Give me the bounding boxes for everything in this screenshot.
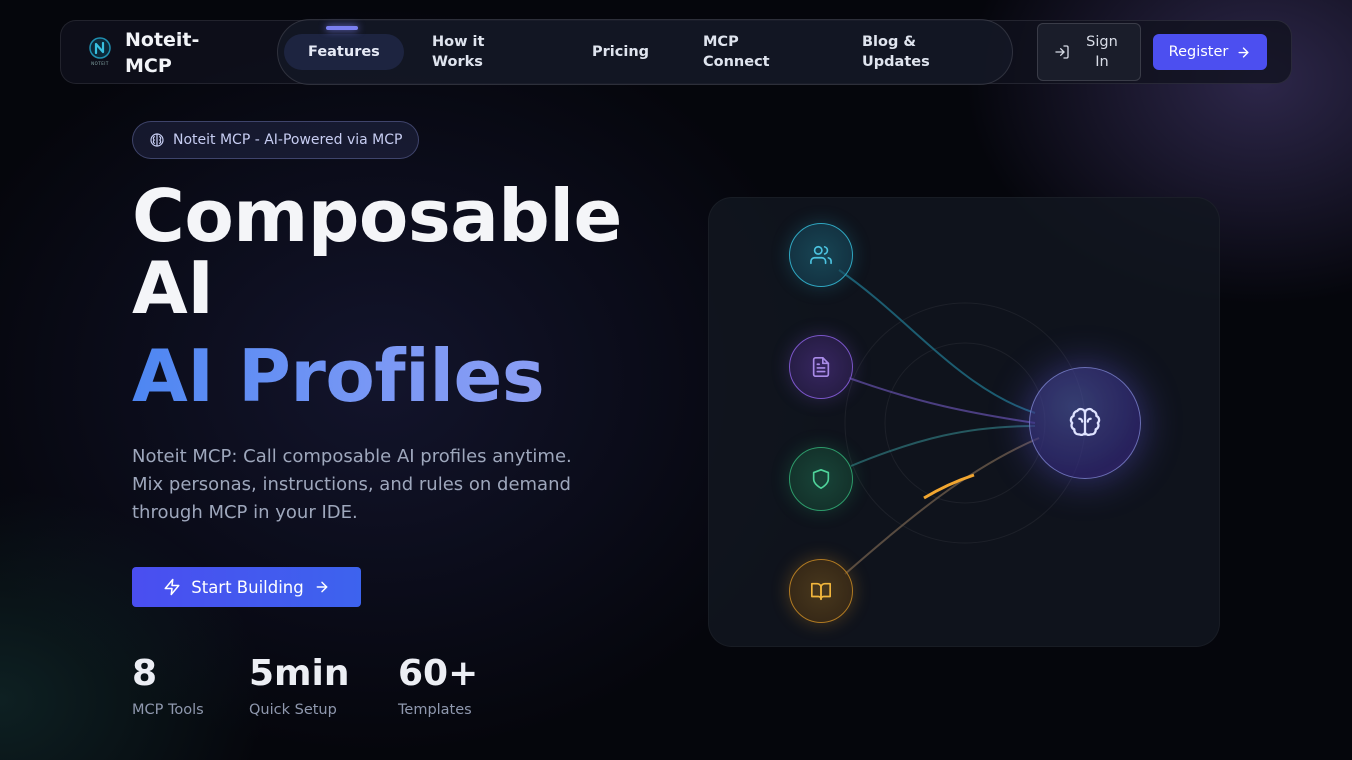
arrow-right-icon — [1236, 45, 1251, 60]
brand-logo-caption: NOTEIT — [91, 61, 109, 66]
stat-value: 8 — [132, 653, 158, 694]
document-node[interactable] — [789, 335, 853, 399]
nav-link-label: Pricing — [592, 44, 650, 60]
stat-templates: 60+ Templates — [398, 652, 478, 718]
hero-description: Noteit MCP: Call composable AI profiles … — [132, 446, 572, 523]
register-button[interactable]: Register — [1153, 34, 1267, 70]
brain-icon — [1068, 406, 1102, 440]
stat-mcp-tools: 8 MCP Tools — [132, 652, 204, 718]
nav-link-label: MCP Connect — [703, 34, 770, 70]
sign-in-button[interactable]: Sign In — [1037, 23, 1141, 81]
document-icon — [810, 356, 832, 378]
stat-label: MCP Tools — [132, 702, 204, 718]
nav-link-blog-updates[interactable]: Blog & Updates — [862, 20, 952, 84]
connection-lines — [838, 269, 1086, 575]
top-navbar: NOTEIT Noteit-MCP Features How it Works … — [60, 19, 1292, 85]
users-node[interactable] — [789, 223, 853, 287]
cta-label: Start Building — [191, 577, 304, 597]
nav-link-mcp-connect[interactable]: MCP Connect — [703, 20, 783, 84]
profile-graph-panel — [708, 197, 1220, 647]
headline-accent: AI Profiles — [132, 334, 545, 418]
nav-link-label: How it Works — [432, 34, 485, 70]
hero-badge: Noteit MCP - AI-Powered via MCP — [132, 121, 419, 159]
sign-in-label: Sign In — [1086, 34, 1118, 70]
sign-in-icon — [1054, 44, 1070, 60]
stat-quick-setup: 5min Quick Setup — [249, 652, 350, 718]
stat-label: Templates — [398, 702, 472, 718]
shield-node[interactable] — [789, 447, 853, 511]
brain-icon — [149, 132, 165, 148]
stat-label: Quick Setup — [249, 702, 337, 718]
start-building-button[interactable]: Start Building — [132, 567, 361, 607]
brand-logo: NOTEIT — [87, 36, 113, 70]
users-icon — [810, 244, 832, 266]
nav-link-how-it-works[interactable]: How it Works — [432, 20, 522, 84]
stat-value: 60+ — [398, 653, 479, 694]
brand[interactable]: NOTEIT Noteit-MCP — [87, 27, 215, 79]
hero-headline: Composable AI — [132, 180, 622, 324]
register-label: Register — [1168, 44, 1229, 60]
nav-links: Features How it Works Pricing MCP Connec… — [277, 19, 1013, 85]
book-node[interactable] — [789, 559, 853, 623]
badge-text: Noteit MCP - AI-Powered via MCP — [173, 132, 403, 148]
logo-icon — [89, 37, 111, 59]
active-indicator — [326, 26, 358, 30]
brand-name: Noteit-MCP — [125, 29, 200, 77]
lightning-icon — [163, 578, 181, 596]
ai-hub-node[interactable] — [1029, 367, 1141, 479]
headline-line-2: AI — [132, 246, 214, 330]
nav-link-label: Blog & Updates — [862, 34, 930, 70]
shield-icon — [810, 468, 832, 490]
headline-line-1: Composable — [132, 174, 622, 258]
nav-link-features[interactable]: Features — [284, 34, 404, 70]
nav-link-pricing[interactable]: Pricing — [592, 20, 649, 84]
nav-link-label: Features — [308, 44, 380, 60]
book-icon — [810, 580, 832, 602]
arrow-right-icon — [314, 579, 330, 595]
stat-value: 5min — [249, 653, 350, 694]
